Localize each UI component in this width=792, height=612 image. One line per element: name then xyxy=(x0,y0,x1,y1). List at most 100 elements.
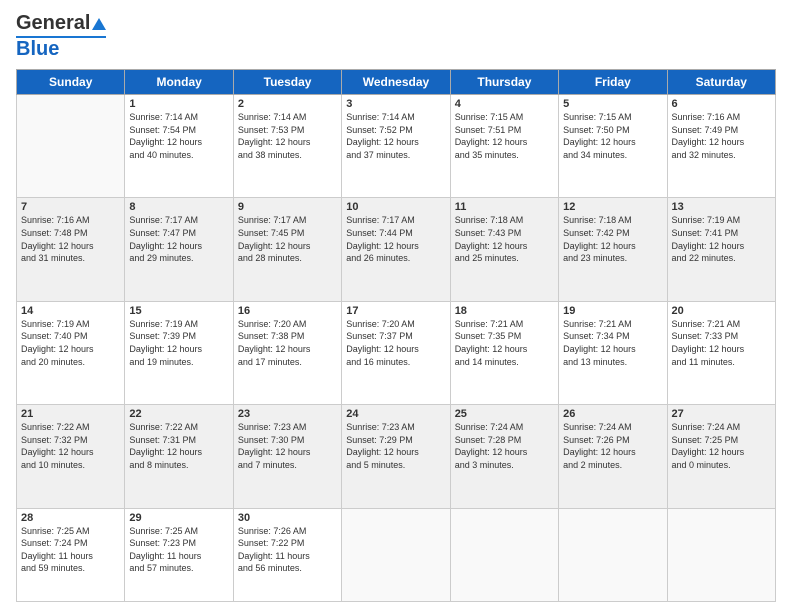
day-info: Sunrise: 7:17 AM Sunset: 7:45 PM Dayligh… xyxy=(238,214,337,264)
day-info: Sunrise: 7:20 AM Sunset: 7:38 PM Dayligh… xyxy=(238,318,337,368)
day-number: 8 xyxy=(129,201,228,213)
day-info: Sunrise: 7:17 AM Sunset: 7:44 PM Dayligh… xyxy=(346,214,445,264)
calendar-header-row: SundayMondayTuesdayWednesdayThursdayFrid… xyxy=(17,70,776,95)
day-info: Sunrise: 7:19 AM Sunset: 7:40 PM Dayligh… xyxy=(21,318,120,368)
header: General Blue xyxy=(16,12,776,61)
calendar-cell: 2Sunrise: 7:14 AM Sunset: 7:53 PM Daylig… xyxy=(233,95,341,198)
day-number: 6 xyxy=(672,98,771,110)
calendar-cell: 7Sunrise: 7:16 AM Sunset: 7:48 PM Daylig… xyxy=(17,198,125,301)
calendar-cell: 10Sunrise: 7:17 AM Sunset: 7:44 PM Dayli… xyxy=(342,198,450,301)
day-info: Sunrise: 7:23 AM Sunset: 7:29 PM Dayligh… xyxy=(346,421,445,471)
calendar-week-5: 28Sunrise: 7:25 AM Sunset: 7:24 PM Dayli… xyxy=(17,508,776,601)
calendar-cell xyxy=(342,508,450,601)
calendar-cell xyxy=(667,508,775,601)
day-info: Sunrise: 7:21 AM Sunset: 7:35 PM Dayligh… xyxy=(455,318,554,368)
calendar-cell xyxy=(450,508,558,601)
page: General Blue SundayMondayTuesdayWednesda… xyxy=(0,0,792,612)
day-info: Sunrise: 7:22 AM Sunset: 7:32 PM Dayligh… xyxy=(21,421,120,471)
calendar-cell xyxy=(17,95,125,198)
calendar-cell: 30Sunrise: 7:26 AM Sunset: 7:22 PM Dayli… xyxy=(233,508,341,601)
calendar-cell: 28Sunrise: 7:25 AM Sunset: 7:24 PM Dayli… xyxy=(17,508,125,601)
calendar-cell: 25Sunrise: 7:24 AM Sunset: 7:28 PM Dayli… xyxy=(450,405,558,508)
day-number: 11 xyxy=(455,201,554,213)
calendar-cell: 6Sunrise: 7:16 AM Sunset: 7:49 PM Daylig… xyxy=(667,95,775,198)
day-number: 12 xyxy=(563,201,662,213)
calendar-cell: 16Sunrise: 7:20 AM Sunset: 7:38 PM Dayli… xyxy=(233,301,341,404)
day-number: 14 xyxy=(21,305,120,317)
day-number: 16 xyxy=(238,305,337,317)
calendar-cell: 20Sunrise: 7:21 AM Sunset: 7:33 PM Dayli… xyxy=(667,301,775,404)
day-number: 24 xyxy=(346,408,445,420)
day-number: 30 xyxy=(238,512,337,524)
logo-general: General xyxy=(16,12,90,35)
day-number: 18 xyxy=(455,305,554,317)
calendar-cell: 23Sunrise: 7:23 AM Sunset: 7:30 PM Dayli… xyxy=(233,405,341,508)
day-number: 27 xyxy=(672,408,771,420)
day-number: 9 xyxy=(238,201,337,213)
calendar-cell xyxy=(559,508,667,601)
calendar-cell: 8Sunrise: 7:17 AM Sunset: 7:47 PM Daylig… xyxy=(125,198,233,301)
day-info: Sunrise: 7:26 AM Sunset: 7:22 PM Dayligh… xyxy=(238,525,337,575)
day-info: Sunrise: 7:24 AM Sunset: 7:28 PM Dayligh… xyxy=(455,421,554,471)
day-info: Sunrise: 7:23 AM Sunset: 7:30 PM Dayligh… xyxy=(238,421,337,471)
calendar-cell: 24Sunrise: 7:23 AM Sunset: 7:29 PM Dayli… xyxy=(342,405,450,508)
day-info: Sunrise: 7:16 AM Sunset: 7:49 PM Dayligh… xyxy=(672,111,771,161)
calendar-table: SundayMondayTuesdayWednesdayThursdayFrid… xyxy=(16,69,776,602)
calendar-cell: 12Sunrise: 7:18 AM Sunset: 7:42 PM Dayli… xyxy=(559,198,667,301)
day-number: 5 xyxy=(563,98,662,110)
calendar-week-1: 1Sunrise: 7:14 AM Sunset: 7:54 PM Daylig… xyxy=(17,95,776,198)
calendar-header-friday: Friday xyxy=(559,70,667,95)
calendar-cell: 9Sunrise: 7:17 AM Sunset: 7:45 PM Daylig… xyxy=(233,198,341,301)
calendar-header-saturday: Saturday xyxy=(667,70,775,95)
day-info: Sunrise: 7:17 AM Sunset: 7:47 PM Dayligh… xyxy=(129,214,228,264)
day-number: 13 xyxy=(672,201,771,213)
calendar-cell: 19Sunrise: 7:21 AM Sunset: 7:34 PM Dayli… xyxy=(559,301,667,404)
day-info: Sunrise: 7:22 AM Sunset: 7:31 PM Dayligh… xyxy=(129,421,228,471)
calendar-cell: 14Sunrise: 7:19 AM Sunset: 7:40 PM Dayli… xyxy=(17,301,125,404)
calendar-week-2: 7Sunrise: 7:16 AM Sunset: 7:48 PM Daylig… xyxy=(17,198,776,301)
day-number: 22 xyxy=(129,408,228,420)
day-number: 26 xyxy=(563,408,662,420)
day-info: Sunrise: 7:21 AM Sunset: 7:33 PM Dayligh… xyxy=(672,318,771,368)
day-info: Sunrise: 7:24 AM Sunset: 7:25 PM Dayligh… xyxy=(672,421,771,471)
logo-line: General xyxy=(16,12,106,35)
calendar-cell: 1Sunrise: 7:14 AM Sunset: 7:54 PM Daylig… xyxy=(125,95,233,198)
day-info: Sunrise: 7:20 AM Sunset: 7:37 PM Dayligh… xyxy=(346,318,445,368)
day-info: Sunrise: 7:14 AM Sunset: 7:52 PM Dayligh… xyxy=(346,111,445,161)
calendar-cell: 5Sunrise: 7:15 AM Sunset: 7:50 PM Daylig… xyxy=(559,95,667,198)
day-number: 4 xyxy=(455,98,554,110)
calendar-header-sunday: Sunday xyxy=(17,70,125,95)
calendar-cell: 22Sunrise: 7:22 AM Sunset: 7:31 PM Dayli… xyxy=(125,405,233,508)
day-number: 21 xyxy=(21,408,120,420)
calendar-cell: 21Sunrise: 7:22 AM Sunset: 7:32 PM Dayli… xyxy=(17,405,125,508)
day-number: 10 xyxy=(346,201,445,213)
day-number: 23 xyxy=(238,408,337,420)
day-info: Sunrise: 7:19 AM Sunset: 7:41 PM Dayligh… xyxy=(672,214,771,264)
calendar-cell: 4Sunrise: 7:15 AM Sunset: 7:51 PM Daylig… xyxy=(450,95,558,198)
logo-triangle-icon xyxy=(92,18,106,30)
calendar-cell: 13Sunrise: 7:19 AM Sunset: 7:41 PM Dayli… xyxy=(667,198,775,301)
day-number: 7 xyxy=(21,201,120,213)
day-number: 28 xyxy=(21,512,120,524)
day-number: 19 xyxy=(563,305,662,317)
day-info: Sunrise: 7:16 AM Sunset: 7:48 PM Dayligh… xyxy=(21,214,120,264)
calendar-cell: 26Sunrise: 7:24 AM Sunset: 7:26 PM Dayli… xyxy=(559,405,667,508)
day-info: Sunrise: 7:18 AM Sunset: 7:42 PM Dayligh… xyxy=(563,214,662,264)
day-info: Sunrise: 7:15 AM Sunset: 7:50 PM Dayligh… xyxy=(563,111,662,161)
day-info: Sunrise: 7:25 AM Sunset: 7:24 PM Dayligh… xyxy=(21,525,120,575)
day-number: 1 xyxy=(129,98,228,110)
calendar-week-3: 14Sunrise: 7:19 AM Sunset: 7:40 PM Dayli… xyxy=(17,301,776,404)
logo: General Blue xyxy=(16,12,106,61)
day-info: Sunrise: 7:18 AM Sunset: 7:43 PM Dayligh… xyxy=(455,214,554,264)
day-number: 17 xyxy=(346,305,445,317)
calendar-header-wednesday: Wednesday xyxy=(342,70,450,95)
calendar-cell: 11Sunrise: 7:18 AM Sunset: 7:43 PM Dayli… xyxy=(450,198,558,301)
day-number: 3 xyxy=(346,98,445,110)
calendar-header-monday: Monday xyxy=(125,70,233,95)
day-info: Sunrise: 7:21 AM Sunset: 7:34 PM Dayligh… xyxy=(563,318,662,368)
day-info: Sunrise: 7:19 AM Sunset: 7:39 PM Dayligh… xyxy=(129,318,228,368)
day-number: 15 xyxy=(129,305,228,317)
day-info: Sunrise: 7:24 AM Sunset: 7:26 PM Dayligh… xyxy=(563,421,662,471)
logo-blue: Blue xyxy=(16,38,59,61)
calendar-cell: 3Sunrise: 7:14 AM Sunset: 7:52 PM Daylig… xyxy=(342,95,450,198)
